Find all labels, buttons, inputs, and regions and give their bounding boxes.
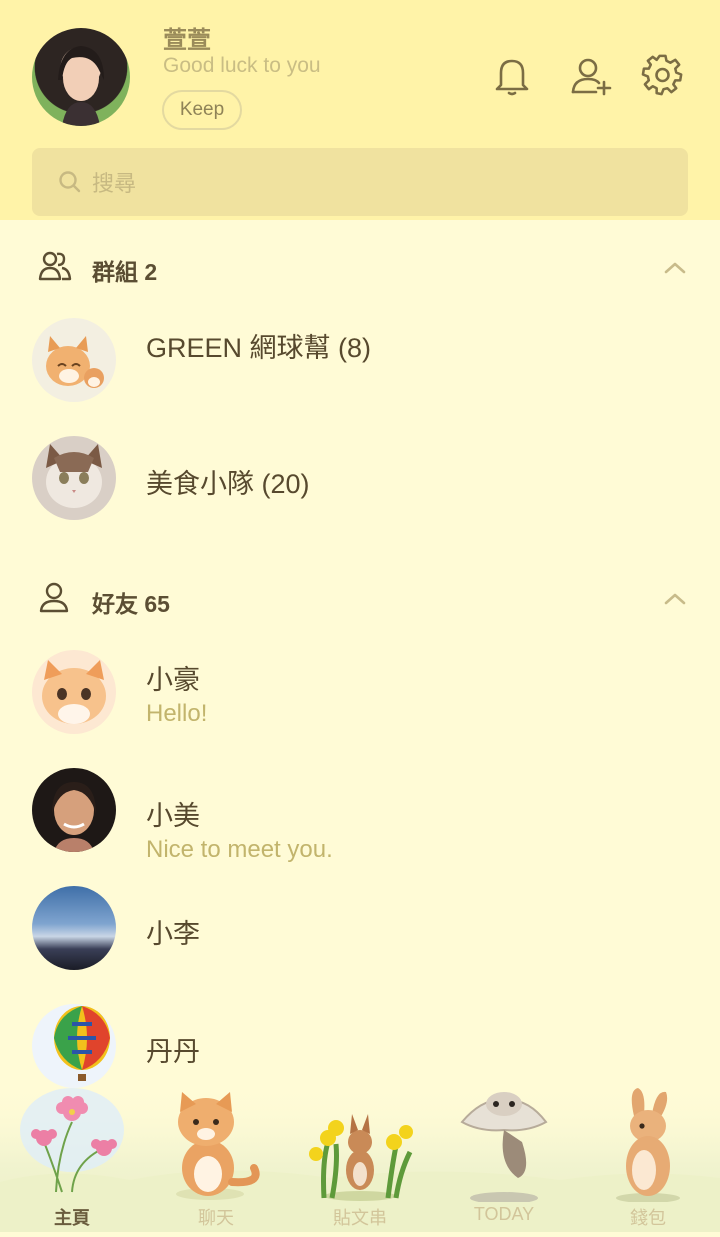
- friend-name: 小美: [146, 801, 200, 831]
- tab-label: TODAY: [473, 1204, 535, 1224]
- tab-label: 聊天: [198, 1208, 234, 1228]
- tab-timeline[interactable]: 貼文串: [288, 1082, 432, 1232]
- chevron-up-icon[interactable]: [662, 586, 688, 612]
- friend-avatar: [32, 1004, 116, 1088]
- friend-avatar: [32, 768, 116, 852]
- friend-name: 丹丹: [146, 1037, 200, 1067]
- search-input[interactable]: 搜尋: [92, 166, 136, 198]
- tab-home[interactable]: 主頁: [0, 1082, 144, 1232]
- group-avatar: [32, 318, 116, 402]
- chevron-up-icon[interactable]: [662, 255, 688, 281]
- group-name: 美食小隊 (20): [146, 469, 310, 499]
- profile-avatar[interactable]: [32, 28, 130, 126]
- cat-icon: [176, 1092, 260, 1200]
- friend-status-message: Hello!: [146, 700, 208, 727]
- group-row[interactable]: 美食小隊 (20): [0, 436, 720, 526]
- tab-label: 主頁: [54, 1208, 90, 1228]
- squirrel-icon: [309, 1114, 413, 1201]
- friend-avatar: [32, 886, 116, 970]
- add-friend-icon[interactable]: [568, 52, 614, 98]
- flower-icon: [20, 1088, 124, 1193]
- friends-section-title: 好友 65: [92, 591, 170, 617]
- friend-name: 小李: [146, 919, 200, 949]
- profile-status-message: Good luck to you: [163, 54, 321, 77]
- friend-row[interactable]: 小美 Nice to meet you.: [0, 768, 720, 868]
- tab-today[interactable]: TODAY: [432, 1082, 576, 1232]
- bell-icon[interactable]: [489, 52, 535, 98]
- friend-avatar: [32, 650, 116, 734]
- friend-row[interactable]: 丹丹: [0, 1004, 720, 1088]
- search-icon: [58, 170, 82, 194]
- group-row[interactable]: GREEN 網球幫 (8): [0, 318, 720, 408]
- group-name: GREEN 網球幫 (8): [146, 333, 372, 363]
- group-avatar: [32, 436, 116, 520]
- keep-button[interactable]: Keep: [162, 90, 242, 130]
- tab-label: 貼文串: [333, 1208, 387, 1228]
- tab-wallet[interactable]: 錢包: [576, 1082, 720, 1232]
- groups-section-title: 群組 2: [92, 259, 158, 285]
- profile-name: 萱萱: [163, 27, 211, 54]
- tab-label: 錢包: [630, 1208, 666, 1228]
- settings-icon[interactable]: [640, 52, 686, 98]
- flying-squirrel-icon: [460, 1092, 548, 1204]
- rabbit-icon: [616, 1088, 680, 1203]
- groups-icon: [38, 249, 72, 283]
- friend-row[interactable]: 小豪 Hello!: [0, 650, 720, 750]
- friend-name: 小豪: [146, 665, 200, 695]
- friends-icon: [38, 581, 72, 615]
- tab-chat[interactable]: 聊天: [144, 1082, 288, 1232]
- friend-status-message: Nice to meet you.: [146, 836, 333, 863]
- friend-row[interactable]: 小李: [0, 886, 720, 986]
